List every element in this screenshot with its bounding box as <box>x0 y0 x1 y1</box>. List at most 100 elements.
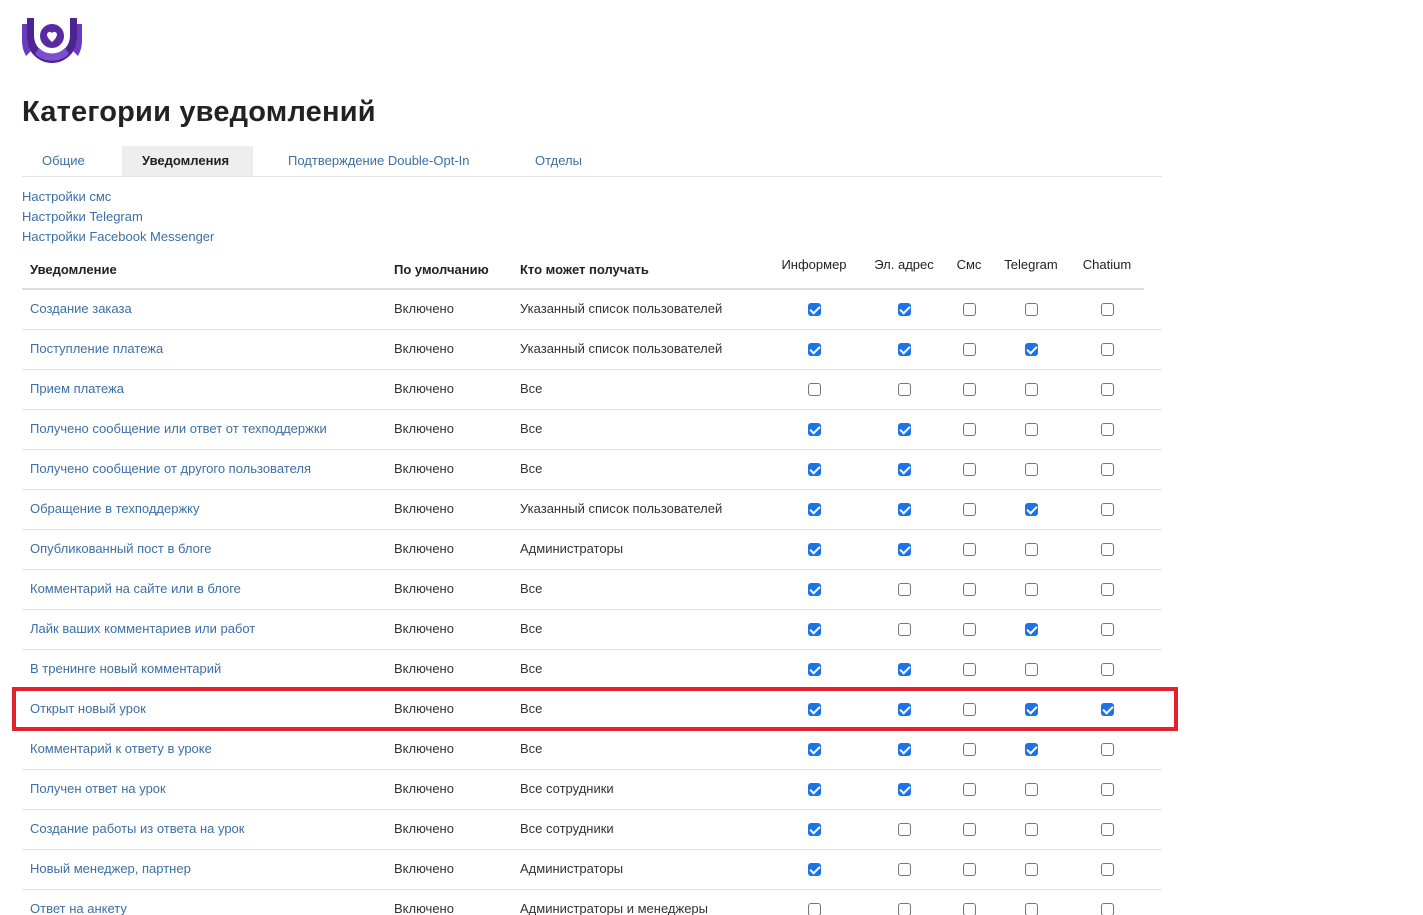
facebook-messenger-settings-link[interactable]: Настройки Facebook Messenger <box>22 227 214 247</box>
checkbox-sms[interactable] <box>963 903 976 915</box>
notification-name-link[interactable]: Новый менеджер, партнер <box>30 861 191 876</box>
checkbox-informer[interactable] <box>808 583 821 596</box>
checkbox-sms[interactable] <box>963 343 976 356</box>
checkbox-informer[interactable] <box>808 463 821 476</box>
notification-name-link[interactable]: Комментарий на сайте или в блоге <box>30 581 241 596</box>
notification-name-link[interactable]: Получен ответ на урок <box>30 781 166 796</box>
checkbox-email[interactable] <box>898 823 911 836</box>
notification-name-link[interactable]: В тренинге новый комментарий <box>30 661 221 676</box>
checkbox-sms[interactable] <box>963 743 976 756</box>
checkbox-informer[interactable] <box>808 743 821 756</box>
checkbox-email[interactable] <box>898 583 911 596</box>
checkbox-sms[interactable] <box>963 703 976 716</box>
notification-name-link[interactable]: Получено сообщение от другого пользовате… <box>30 461 311 476</box>
checkbox-chatium[interactable] <box>1101 903 1114 915</box>
checkbox-chatium[interactable] <box>1101 543 1114 556</box>
checkbox-email[interactable] <box>898 703 911 716</box>
notification-name-link[interactable]: Получено сообщение или ответ от техподде… <box>30 421 327 436</box>
checkbox-telegram[interactable] <box>1025 423 1038 436</box>
checkbox-chatium[interactable] <box>1101 303 1114 316</box>
checkbox-chatium[interactable] <box>1101 583 1114 596</box>
notification-name-link[interactable]: Опубликованный пост в блоге <box>30 541 212 556</box>
notification-name-link[interactable]: Поступление платежа <box>30 341 163 356</box>
checkbox-chatium[interactable] <box>1101 383 1114 396</box>
checkbox-email[interactable] <box>898 423 911 436</box>
checkbox-email[interactable] <box>898 783 911 796</box>
checkbox-chatium[interactable] <box>1101 703 1114 716</box>
checkbox-sms[interactable] <box>963 783 976 796</box>
checkbox-email[interactable] <box>898 623 911 636</box>
checkbox-chatium[interactable] <box>1101 863 1114 876</box>
checkbox-telegram[interactable] <box>1025 463 1038 476</box>
checkbox-sms[interactable] <box>963 583 976 596</box>
checkbox-telegram[interactable] <box>1025 703 1038 716</box>
notification-name-link[interactable]: Создание работы из ответа на урок <box>30 821 244 836</box>
checkbox-informer[interactable] <box>808 343 821 356</box>
checkbox-informer[interactable] <box>808 623 821 636</box>
checkbox-informer[interactable] <box>808 703 821 716</box>
notification-name-link[interactable]: Создание заказа <box>30 301 132 316</box>
notification-name-link[interactable]: Комментарий к ответу в уроке <box>30 741 212 756</box>
checkbox-telegram[interactable] <box>1025 623 1038 636</box>
checkbox-telegram[interactable] <box>1025 303 1038 316</box>
notification-name-link[interactable]: Открыт новый урок <box>30 701 146 716</box>
checkbox-informer[interactable] <box>808 903 821 915</box>
checkbox-email[interactable] <box>898 903 911 915</box>
checkbox-email[interactable] <box>898 663 911 676</box>
checkbox-email[interactable] <box>898 863 911 876</box>
checkbox-telegram[interactable] <box>1025 343 1038 356</box>
checkbox-email[interactable] <box>898 343 911 356</box>
checkbox-telegram[interactable] <box>1025 903 1038 915</box>
checkbox-telegram[interactable] <box>1025 863 1038 876</box>
checkbox-informer[interactable] <box>808 823 821 836</box>
checkbox-chatium[interactable] <box>1101 783 1114 796</box>
checkbox-chatium[interactable] <box>1101 503 1114 516</box>
checkbox-informer[interactable] <box>808 663 821 676</box>
checkbox-sms[interactable] <box>963 543 976 556</box>
checkbox-telegram[interactable] <box>1025 783 1038 796</box>
checkbox-chatium[interactable] <box>1101 343 1114 356</box>
tab-general[interactable]: Общие <box>22 146 108 176</box>
checkbox-telegram[interactable] <box>1025 823 1038 836</box>
checkbox-sms[interactable] <box>963 823 976 836</box>
checkbox-informer[interactable] <box>808 863 821 876</box>
checkbox-sms[interactable] <box>963 663 976 676</box>
checkbox-email[interactable] <box>898 543 911 556</box>
checkbox-email[interactable] <box>898 743 911 756</box>
telegram-settings-link[interactable]: Настройки Telegram <box>22 207 214 227</box>
tab-double-opt-in[interactable]: Подтверждение Double-Opt-In <box>268 146 500 176</box>
checkbox-informer[interactable] <box>808 783 821 796</box>
tab-notifications[interactable]: Уведомления <box>122 146 253 176</box>
checkbox-telegram[interactable] <box>1025 583 1038 596</box>
checkbox-telegram[interactable] <box>1025 503 1038 516</box>
checkbox-sms[interactable] <box>963 623 976 636</box>
notification-name-link[interactable]: Лайк ваших комментариев или работ <box>30 621 255 636</box>
checkbox-chatium[interactable] <box>1101 463 1114 476</box>
checkbox-email[interactable] <box>898 503 911 516</box>
checkbox-telegram[interactable] <box>1025 383 1038 396</box>
checkbox-sms[interactable] <box>963 303 976 316</box>
notification-name-link[interactable]: Ответ на анкету <box>30 901 127 915</box>
checkbox-chatium[interactable] <box>1101 663 1114 676</box>
checkbox-informer[interactable] <box>808 543 821 556</box>
checkbox-chatium[interactable] <box>1101 743 1114 756</box>
checkbox-sms[interactable] <box>963 423 976 436</box>
checkbox-chatium[interactable] <box>1101 623 1114 636</box>
checkbox-email[interactable] <box>898 463 911 476</box>
checkbox-informer[interactable] <box>808 423 821 436</box>
checkbox-telegram[interactable] <box>1025 543 1038 556</box>
checkbox-informer[interactable] <box>808 503 821 516</box>
checkbox-informer[interactable] <box>808 303 821 316</box>
checkbox-sms[interactable] <box>963 503 976 516</box>
checkbox-chatium[interactable] <box>1101 823 1114 836</box>
checkbox-email[interactable] <box>898 303 911 316</box>
checkbox-telegram[interactable] <box>1025 663 1038 676</box>
checkbox-telegram[interactable] <box>1025 743 1038 756</box>
checkbox-email[interactable] <box>898 383 911 396</box>
logo-icon[interactable] <box>21 14 83 70</box>
sms-settings-link[interactable]: Настройки смс <box>22 187 214 207</box>
checkbox-sms[interactable] <box>963 863 976 876</box>
tab-departments[interactable]: Отделы <box>515 146 605 176</box>
notification-name-link[interactable]: Прием платежа <box>30 381 124 396</box>
checkbox-sms[interactable] <box>963 383 976 396</box>
